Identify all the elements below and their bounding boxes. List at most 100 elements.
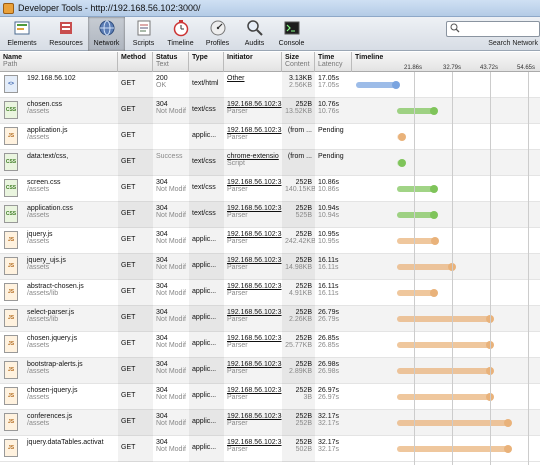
table-row[interactable]: JS chosen-jquery.js/assets GET 304 Not Modif… — [0, 384, 540, 410]
cell-initiator[interactable]: 192.168.56.102:3 Parser — [224, 384, 282, 410]
request-initiator[interactable]: 192.168.56.102:3 — [227, 257, 282, 264]
request-initiator[interactable]: 192.168.56.102:3 — [227, 179, 282, 186]
header-name[interactable]: Name Path — [0, 52, 118, 72]
request-initiator[interactable]: 192.168.56.102:3 — [227, 413, 282, 420]
cell-name[interactable]: application.js/assets — [24, 124, 118, 150]
cell-initiator[interactable]: 192.168.56.102:3 Parser — [224, 176, 282, 202]
request-initiator[interactable]: 192.168.56.102:3 — [227, 283, 282, 290]
request-initiator[interactable]: chrome-extensio — [227, 153, 279, 160]
timeline-bar[interactable] — [397, 185, 439, 193]
tab-timeline[interactable]: Timeline — [162, 17, 199, 51]
table-row[interactable]: CSS screen.css/assets GET 304 Not Modif text/… — [0, 176, 540, 202]
timeline-bar[interactable] — [397, 341, 494, 349]
table-row[interactable]: JS abstract-chosen.js/assets/lib GET 304 Not… — [0, 280, 540, 306]
timeline-bar[interactable] — [397, 315, 494, 323]
timeline-bar[interactable] — [356, 81, 401, 89]
cell-name[interactable]: select-parser.js/assets/lib — [24, 306, 118, 332]
table-row[interactable]: JS jquery.dataTables.activat GET 304 Not Mod… — [0, 436, 540, 462]
search-input[interactable] — [446, 21, 540, 37]
table-row[interactable]: JS jquery_ujs.js/assets GET 304 Not Modif app… — [0, 254, 540, 280]
table-row[interactable]: JS select-parser.js/assets/lib GET 304 Not M… — [0, 306, 540, 332]
request-initiator[interactable]: Other — [227, 75, 279, 82]
request-initiator[interactable]: 192.168.56.102:3 — [227, 439, 282, 446]
cell-initiator[interactable]: 192.168.56.102:3 Parser — [224, 254, 282, 280]
table-row[interactable]: JS application.js/assets GET applic... 192.1… — [0, 124, 540, 150]
cell-initiator[interactable]: 192.168.56.102:3 Parser — [224, 98, 282, 124]
cell-name[interactable]: 192.168.56.102 — [24, 72, 118, 98]
cell-initiator[interactable]: Other — [224, 72, 282, 98]
timeline-bar[interactable] — [397, 211, 439, 219]
cell-name[interactable]: abstract-chosen.js/assets/lib — [24, 280, 118, 306]
cell-type: text/css — [189, 150, 224, 176]
cell-name[interactable]: jquery.js/assets — [24, 228, 118, 254]
cell-name[interactable]: data:text/css, — [24, 150, 118, 176]
timeline-bar[interactable] — [397, 159, 407, 167]
header-initiator[interactable]: Initiator — [224, 52, 282, 72]
request-initiator[interactable]: 192.168.56.102:3 — [227, 231, 282, 238]
cell-status: 304 Not Modif — [153, 332, 189, 358]
cell-initiator[interactable]: 192.168.56.102:3 Parser — [224, 202, 282, 228]
tab-audits[interactable]: Audits — [236, 17, 273, 51]
cell-name[interactable]: conferences.js/assets — [24, 410, 118, 436]
timeline-bar[interactable] — [397, 263, 457, 271]
cell-size: 3.13KB 2.56KB — [282, 72, 315, 98]
header-size[interactable]: Size Content — [282, 52, 315, 72]
cell-initiator[interactable]: 192.168.56.102:3 Parser — [224, 228, 282, 254]
request-status-text: Not Modif — [156, 420, 186, 427]
table-row[interactable]: JS jquery.js/assets GET 304 Not Modif applic.… — [0, 228, 540, 254]
table-row[interactable]: JS conferences.js/assets GET 304 Not Modif ap… — [0, 410, 540, 436]
request-initiator[interactable]: 192.168.56.102:3 — [227, 335, 282, 342]
cell-initiator[interactable]: 192.168.56.102:3 Parser — [224, 410, 282, 436]
cell-name[interactable]: chosen-jquery.js/assets — [24, 384, 118, 410]
request-initiator[interactable]: 192.168.56.102:3 — [227, 101, 282, 108]
js-file-icon: JS — [4, 231, 18, 249]
cell-time: 10.94s 10.94s — [315, 202, 352, 228]
tab-elements[interactable]: Elements — [0, 17, 44, 51]
request-initiator[interactable]: 192.168.56.102:3 — [227, 387, 282, 394]
request-initiator[interactable]: 192.168.56.102:3 — [227, 361, 282, 368]
timeline-bar[interactable] — [397, 367, 495, 375]
timeline-bar[interactable] — [397, 393, 495, 401]
timeline-bar[interactable] — [397, 289, 439, 297]
cell-name[interactable]: chosen.css/assets — [24, 98, 118, 124]
cell-name[interactable]: jquery_ujs.js/assets — [24, 254, 118, 280]
request-initiator[interactable]: 192.168.56.102:3 — [227, 309, 282, 316]
request-path: /assets — [27, 420, 50, 427]
tab-profiles[interactable]: Profiles — [199, 17, 236, 51]
timeline-end-marker — [398, 133, 407, 141]
cell-name[interactable]: application.css/assets — [24, 202, 118, 228]
cell-name[interactable]: bootstrap-alerts.js/assets — [24, 358, 118, 384]
table-row[interactable]: JS chosen.jquery.js/assets GET 304 Not Modif… — [0, 332, 540, 358]
header-status[interactable]: Status Text — [153, 52, 189, 72]
table-row[interactable]: JS bootstrap-alerts.js/assets GET 304 Not Mo… — [0, 358, 540, 384]
cell-initiator[interactable]: 192.168.56.102:3 Parser — [224, 280, 282, 306]
table-row[interactable]: CSS chosen.css/assets GET 304 Not Modif text/… — [0, 98, 540, 124]
cell-initiator[interactable]: 192.168.56.102:3 Parser — [224, 332, 282, 358]
cell-initiator[interactable]: 192.168.56.102:3 Parser — [224, 306, 282, 332]
cell-initiator[interactable]: chrome-extensio Script — [224, 150, 282, 176]
timeline-bar[interactable] — [397, 237, 439, 245]
request-status: 304 — [156, 101, 168, 108]
cell-initiator[interactable]: 192.168.56.102:3 Parser — [224, 358, 282, 384]
table-row[interactable]: <> 192.168.56.102 GET 200 OK text/html Other 3.… — [0, 72, 540, 98]
table-row[interactable]: CSS data:text/css, GET Success text/css chrom… — [0, 150, 540, 176]
tab-network[interactable]: Network — [88, 17, 125, 51]
tab-resources[interactable]: Resources — [44, 17, 88, 51]
header-type[interactable]: Type — [189, 52, 224, 72]
header-time[interactable]: Time Latency — [315, 52, 352, 72]
request-initiator[interactable]: 192.168.56.102:3 — [227, 127, 282, 134]
cell-name[interactable]: chosen.jquery.js/assets — [24, 332, 118, 358]
timeline-bar[interactable] — [397, 133, 407, 141]
table-row[interactable]: CSS application.css/assets GET 304 Not Modif… — [0, 202, 540, 228]
cell-initiator[interactable]: 192.168.56.102:3 Parser — [224, 436, 282, 462]
cell-name[interactable]: screen.css/assets — [24, 176, 118, 202]
cell-time: 10.76s 10.76s — [315, 98, 352, 124]
tab-console[interactable]: Console — [273, 17, 310, 51]
request-initiator[interactable]: 192.168.56.102:3 — [227, 205, 282, 212]
tab-scripts[interactable]: Scripts — [125, 17, 162, 51]
cell-size: 252B 242.42KB — [282, 228, 315, 254]
header-method[interactable]: Method — [118, 52, 153, 72]
timeline-bar[interactable] — [397, 107, 438, 115]
cell-name[interactable]: jquery.dataTables.activat — [24, 436, 118, 462]
cell-initiator[interactable]: 192.168.56.102:3 Parser — [224, 124, 282, 150]
